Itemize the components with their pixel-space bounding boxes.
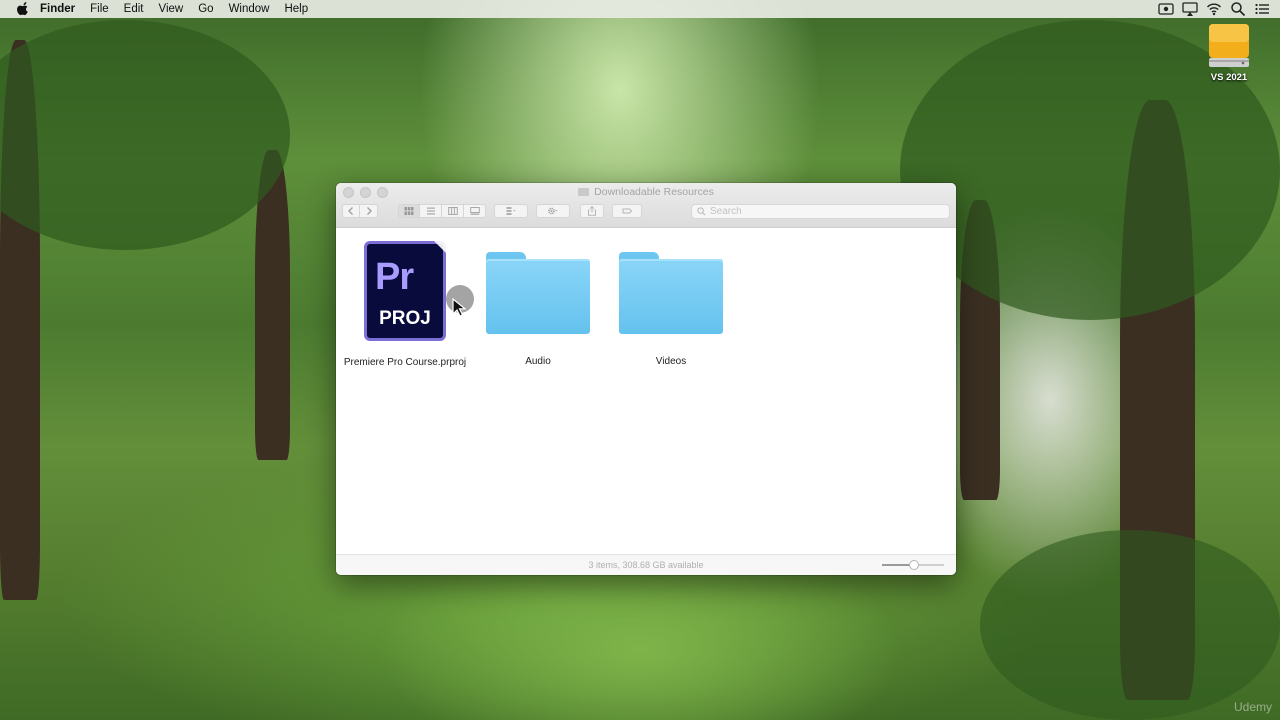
menu-go[interactable]: Go bbox=[198, 3, 213, 15]
grid-view-icon bbox=[404, 207, 414, 215]
window-title-text: Downloadable Resources bbox=[594, 186, 714, 198]
file-name: Premiere Pro Course.prproj bbox=[343, 357, 467, 368]
menu-view[interactable]: View bbox=[159, 3, 184, 15]
finder-window[interactable]: Downloadable Resources Search Pr PROJ Pr… bbox=[336, 183, 956, 575]
menu-edit[interactable]: Edit bbox=[124, 3, 144, 15]
chevron-left-icon bbox=[348, 207, 353, 215]
spotlight-search-icon[interactable] bbox=[1230, 1, 1246, 17]
menu-window[interactable]: Window bbox=[229, 3, 270, 15]
airplay-icon[interactable] bbox=[1182, 1, 1198, 17]
gear-icon bbox=[548, 207, 558, 215]
folder-icon bbox=[619, 252, 723, 334]
search-field[interactable]: Search bbox=[691, 204, 950, 219]
share-button[interactable] bbox=[580, 204, 604, 218]
folder-small-icon bbox=[578, 188, 590, 196]
window-title: Downloadable Resources bbox=[336, 186, 956, 198]
group-grid-icon bbox=[506, 207, 516, 215]
list-view-icon bbox=[426, 207, 435, 215]
group-by-button[interactable] bbox=[494, 204, 528, 218]
apple-menu-icon[interactable] bbox=[16, 2, 30, 16]
search-icon bbox=[697, 207, 706, 216]
action-menu-button[interactable] bbox=[536, 204, 570, 218]
foliage bbox=[980, 530, 1280, 720]
folder-name: Audio bbox=[525, 356, 551, 367]
wifi-icon[interactable] bbox=[1206, 1, 1222, 17]
tag-icon bbox=[622, 208, 633, 214]
menu-bar: Finder File Edit View Go Window Help bbox=[0, 0, 1280, 18]
chevron-right-icon bbox=[366, 207, 372, 215]
column-view-icon bbox=[447, 207, 458, 215]
view-icon-button[interactable] bbox=[398, 204, 420, 218]
slider-knob[interactable] bbox=[909, 560, 919, 570]
mouse-cursor bbox=[446, 285, 474, 317]
page-fold-corner bbox=[434, 241, 446, 253]
back-button[interactable] bbox=[342, 204, 360, 218]
folder-item-videos[interactable]: Videos bbox=[606, 252, 736, 367]
cursor-arrow-icon bbox=[452, 298, 466, 317]
file-browser[interactable]: Pr PROJ Premiere Pro Course.prproj Audio… bbox=[336, 228, 956, 555]
view-list-button[interactable] bbox=[420, 204, 442, 218]
menu-help[interactable]: Help bbox=[284, 3, 308, 15]
status-menus bbox=[1158, 1, 1270, 17]
forward-button[interactable] bbox=[360, 204, 378, 218]
drive-label: VS 2021 bbox=[1210, 72, 1248, 83]
premiere-project-icon: Pr PROJ bbox=[364, 241, 446, 341]
desktop-drive[interactable]: VS 2021 bbox=[1203, 24, 1255, 83]
folder-item-audio[interactable]: Audio bbox=[473, 252, 603, 367]
menu-file[interactable]: File bbox=[90, 3, 109, 15]
view-gallery-button[interactable] bbox=[464, 204, 486, 218]
notification-center-icon[interactable] bbox=[1254, 1, 1270, 17]
folder-icon bbox=[486, 252, 590, 334]
gallery-view-icon bbox=[469, 207, 480, 215]
search-placeholder: Search bbox=[710, 206, 742, 217]
menu-finder[interactable]: Finder bbox=[40, 3, 75, 15]
premiere-icon-main-text: Pr bbox=[375, 256, 414, 298]
foliage bbox=[0, 20, 290, 250]
screen-record-icon[interactable] bbox=[1158, 1, 1174, 17]
premiere-icon-sub-text: PROJ bbox=[379, 308, 431, 329]
tags-button[interactable] bbox=[612, 204, 642, 218]
window-titlebar[interactable]: Downloadable Resources Search bbox=[336, 183, 956, 228]
view-column-button[interactable] bbox=[442, 204, 464, 218]
udemy-watermark: Udemy bbox=[1233, 700, 1272, 714]
folder-name: Videos bbox=[655, 356, 687, 367]
icon-size-slider[interactable] bbox=[882, 560, 944, 570]
share-icon bbox=[588, 206, 596, 216]
external-drive-icon bbox=[1208, 24, 1250, 70]
status-bar: 3 items, 308.68 GB available bbox=[336, 554, 956, 575]
status-text: 3 items, 308.68 GB available bbox=[588, 560, 704, 570]
